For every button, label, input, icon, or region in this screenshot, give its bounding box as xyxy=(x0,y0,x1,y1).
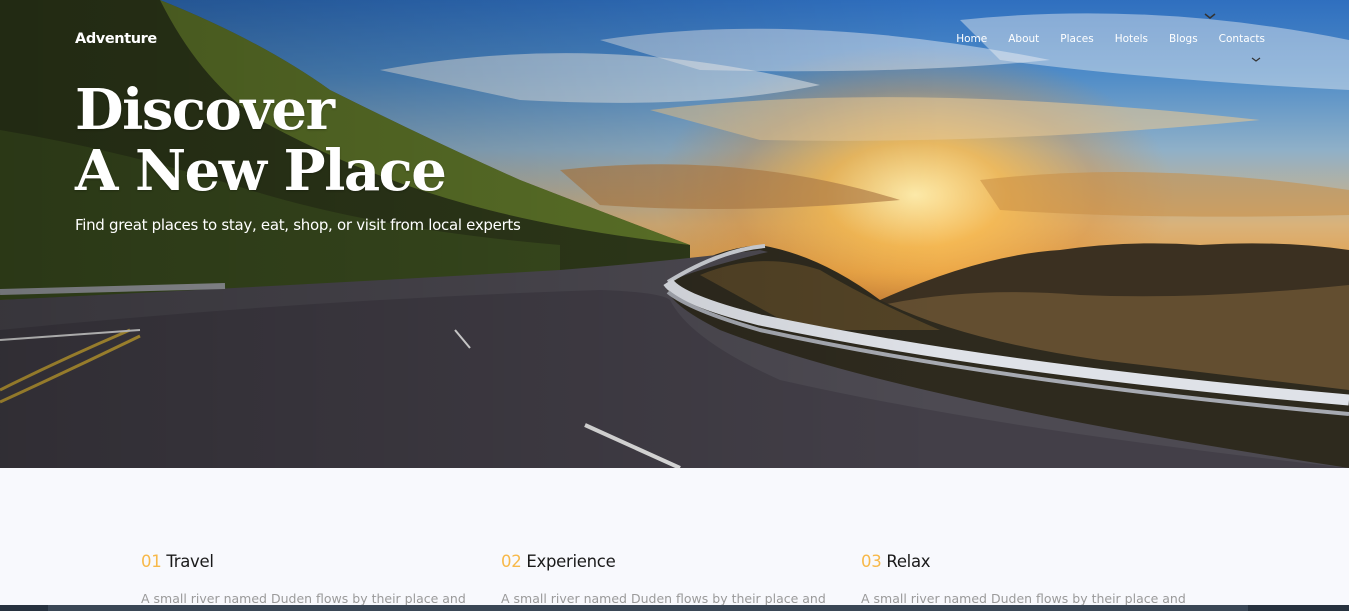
feature-experience: 02 Experience A small river named Duden f… xyxy=(501,552,831,606)
hero-title-line-1: Discover xyxy=(75,77,335,143)
navbar: Adventure Home About Places Hotels Blogs… xyxy=(0,0,1349,80)
hero-title: Discover A New Place xyxy=(75,77,447,204)
feature-number: 01 xyxy=(141,552,162,571)
hero-section: Adventure Home About Places Hotels Blogs… xyxy=(0,0,1349,468)
nav-menu: Home About Places Hotels Blogs Contacts xyxy=(956,33,1265,45)
feature-travel: 01 Travel A small river named Duden flows… xyxy=(141,552,471,606)
nav-item-contacts[interactable]: Contacts xyxy=(1219,33,1265,45)
brand-logo[interactable]: Adventure xyxy=(75,31,157,47)
nav-item-hotels[interactable]: Hotels xyxy=(1115,33,1148,45)
feature-relax: 03 Relax A small river named Duden flows … xyxy=(861,552,1191,606)
feature-description: A small river named Duden flows by their… xyxy=(501,591,826,606)
feature-description: A small river named Duden flows by their… xyxy=(861,591,1186,606)
horizontal-scrollbar[interactable] xyxy=(0,605,1349,611)
feature-number: 02 xyxy=(501,552,522,571)
nav-item-blogs[interactable]: Blogs xyxy=(1169,33,1198,45)
feature-number: 03 xyxy=(861,552,882,571)
feature-title: Travel xyxy=(166,552,214,571)
feature-heading: 02 Experience xyxy=(501,552,831,571)
scrollbar-thumb[interactable] xyxy=(48,605,1248,611)
nav-item-about[interactable]: About xyxy=(1008,33,1039,45)
hero-subtitle: Find great places to stay, eat, shop, or… xyxy=(75,216,521,234)
feature-title: Relax xyxy=(886,552,931,571)
feature-heading: 03 Relax xyxy=(861,552,1191,571)
feature-heading: 01 Travel xyxy=(141,552,471,571)
feature-description: A small river named Duden flows by their… xyxy=(141,591,466,606)
nav-item-home[interactable]: Home xyxy=(956,33,987,45)
feature-title: Experience xyxy=(526,552,616,571)
nav-item-places[interactable]: Places xyxy=(1060,33,1093,45)
features-section: 01 Travel A small river named Duden flows… xyxy=(0,468,1349,611)
hero-title-line-2: A New Place xyxy=(75,138,447,204)
